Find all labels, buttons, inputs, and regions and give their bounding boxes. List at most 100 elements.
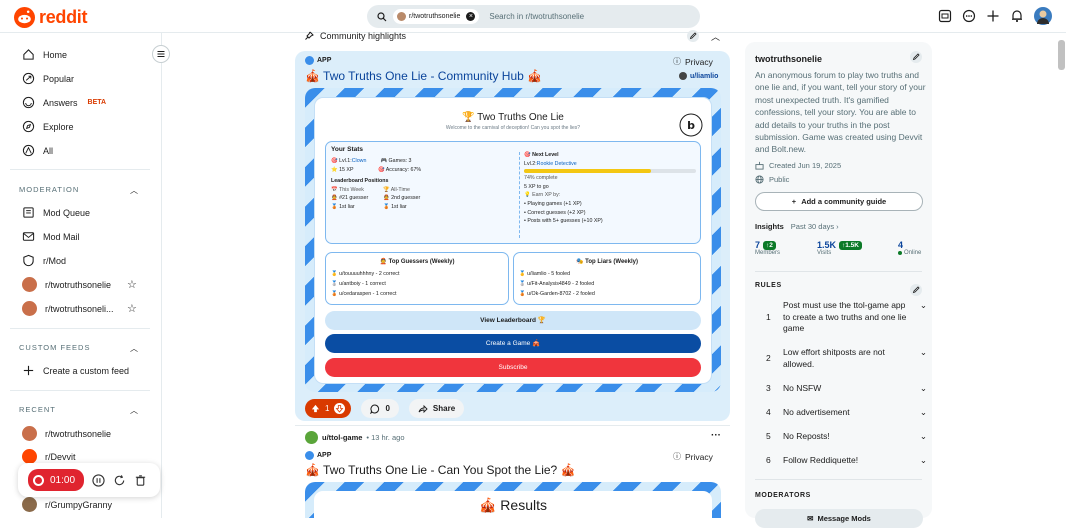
sidebar-item-all[interactable]: All	[22, 144, 53, 157]
sidebar-item-twotruthsonelie[interactable]: r/twotruthsonelie ☆	[22, 277, 137, 292]
online-value: 4	[898, 240, 904, 250]
create-custom-feed[interactable]: Create a custom feed	[22, 364, 129, 377]
recent-item-devvit[interactable]: r/Devvit	[22, 449, 76, 464]
recent-section-header[interactable]: RECENT ︿	[19, 405, 139, 416]
star-icon[interactable]: ☆	[127, 278, 137, 291]
create-icon[interactable]	[986, 9, 1000, 23]
chat-icon[interactable]	[962, 9, 976, 23]
comments-button[interactable]: 0	[361, 399, 399, 418]
rule-item-5[interactable]: 5 No Reposts! ⌄	[755, 431, 927, 443]
restart-icon[interactable]	[113, 474, 126, 487]
chevron-down-icon: ⌄	[919, 383, 927, 393]
rule-item-1[interactable]: 1 Post must use the ttol-game app to crea…	[755, 300, 927, 335]
clear-scope-icon[interactable]: ×	[466, 12, 476, 21]
community-avatar	[22, 497, 37, 512]
sidebar-item-answers[interactable]: Answers BETA	[22, 96, 106, 109]
recent-item-grumpygranny[interactable]: r/GrumpyGranny	[22, 497, 112, 512]
sidebar-item-label: r/Devvit	[45, 451, 76, 462]
recording-timer[interactable]: 01:00	[28, 469, 85, 491]
edit-icon[interactable]	[910, 284, 922, 296]
community-highlights-header: Community highlights	[304, 31, 406, 41]
create-game-button[interactable]: Create a Game 🎪	[325, 334, 701, 353]
sidebar-item-explore[interactable]: Explore	[22, 120, 74, 133]
chevron-down-icon: ⌄	[919, 431, 927, 441]
divider	[10, 169, 150, 170]
level-value[interactable]: Clown	[352, 158, 367, 164]
rule-number: 3	[766, 383, 771, 393]
members-delta: ↑2	[763, 240, 776, 250]
xp-progress-fill	[524, 169, 652, 174]
rule-item-4[interactable]: 4 No advertisement ⌄	[755, 407, 927, 419]
community-avatar	[22, 277, 37, 292]
rule-item-6[interactable]: 6 Follow Reddiquette! ⌄	[755, 455, 927, 467]
sidebar-item-mod-queue[interactable]: Mod Queue	[22, 206, 90, 219]
collapse-highlights-icon[interactable]: ︿	[711, 30, 720, 43]
chevron-right-icon: ›	[836, 222, 839, 231]
app-label: APP	[317, 57, 332, 64]
app-tag: APP	[305, 56, 331, 65]
visibility-label: Public	[769, 175, 790, 184]
menu-icon	[157, 51, 165, 57]
post-author[interactable]: u/liamlio	[679, 72, 718, 80]
downvote-icon[interactable]	[334, 403, 346, 414]
sidebar-item-popular[interactable]: Popular	[22, 72, 74, 85]
online-dot	[898, 251, 902, 255]
rule-item-3[interactable]: 3 No NSFW ⌄	[755, 383, 927, 395]
moderation-section-header[interactable]: MODERATION ︿	[19, 185, 139, 196]
sidebar-item-mod-mail[interactable]: Mod Mail	[22, 230, 80, 243]
your-stats-box: Your Stats 🎯 Lvl.1:Clown 🎮 Games: 3 ⭐ 15 …	[325, 141, 701, 244]
list-item: 🥇 u/liamlio - 5 fooled	[519, 271, 571, 277]
collapse-sidebar-button[interactable]	[152, 45, 170, 63]
pause-icon[interactable]	[92, 473, 105, 487]
sidebar-item-home[interactable]: Home	[22, 48, 67, 61]
advertise-icon[interactable]	[938, 9, 952, 23]
post2-author[interactable]: u/ttol-game	[322, 433, 362, 442]
members-label: Members	[755, 250, 781, 256]
search-bar[interactable]: r/twotruthsonelie × Search in r/twotruth…	[367, 5, 700, 28]
notifications-icon[interactable]	[1010, 9, 1024, 23]
sidebar-item-r-mod[interactable]: r/Mod	[22, 254, 66, 267]
rule-number: 4	[766, 407, 771, 417]
avatar[interactable]	[1034, 7, 1052, 25]
subscribe-button[interactable]: Subscribe	[325, 358, 701, 377]
recent-item-twotruthsonelie[interactable]: r/twotruthsonelie	[22, 426, 111, 441]
sidebar-item-label: Mod Queue	[43, 207, 91, 218]
vote-control[interactable]: 1	[305, 399, 352, 418]
post2-time: • 13 hr. ago	[366, 433, 405, 442]
stats-left: 🎯 Lvl.1:Clown 🎮 Games: 3 ⭐ 15 XP 🎯 Accurac…	[331, 157, 521, 212]
view-leaderboard-button[interactable]: View Leaderboard 🏆	[325, 311, 701, 330]
custom-feeds-section-header[interactable]: CUSTOM FEEDS ︿	[19, 343, 139, 354]
edit-icon[interactable]	[910, 51, 922, 63]
sidebar-item-label: Create a custom feed	[43, 365, 130, 376]
post2-title[interactable]: 🎪 Two Truths One Lie - Can You Spot the …	[305, 463, 576, 477]
more-options-icon[interactable]: ···	[711, 430, 721, 441]
reddit-logo[interactable]: reddit	[14, 7, 88, 28]
user-avatar[interactable]	[305, 431, 318, 444]
upvote-icon[interactable]	[311, 404, 320, 413]
highlight-post-card[interactable]: APP ⓘ Privacy 🎪 Two Truths One Lie - Comm…	[295, 51, 730, 421]
bolt-logo[interactable]: b	[679, 113, 703, 137]
add-community-guide-button[interactable]: + Add a community guide	[755, 192, 923, 211]
list-item: 🥈 u/antboiy - 1 correct	[331, 280, 386, 287]
search-input[interactable]: Search in r/twotruthsonelie	[489, 12, 584, 21]
scrollbar-thumb[interactable]	[1058, 40, 1065, 70]
visits-stat: 1.5K ↑1.5K Visits	[817, 240, 862, 256]
share-button[interactable]: Share	[408, 399, 465, 418]
post-title[interactable]: 🎪 Two Truths One Lie - Community Hub 🎪	[305, 69, 542, 83]
edit-icon[interactable]	[687, 30, 699, 42]
trash-icon[interactable]	[134, 474, 147, 487]
star-icon[interactable]: ☆	[127, 302, 137, 315]
rule-item-2[interactable]: 2 Low effort shitposts are not allowed. ⌄	[755, 347, 927, 370]
message-mods-button[interactable]: ✉ Message Mods	[755, 509, 923, 528]
privacy-link[interactable]: ⓘ Privacy	[673, 451, 713, 462]
rule-text: Follow Reddiquette!	[783, 455, 859, 465]
all-time-label: 🏆 All-Time	[383, 186, 410, 193]
sidebar-item-label: Mod Mail	[43, 231, 80, 242]
sidebar-item-twotruthsonelie-2[interactable]: r/twotruthsoneli... ☆	[22, 301, 137, 316]
screen-recorder-widget: 01:00	[18, 463, 160, 497]
insights-header[interactable]: Insights Past 30 days ›	[755, 222, 839, 231]
app-icon	[305, 451, 314, 460]
this-week-label: 📅 This Week	[331, 186, 364, 193]
search-scope-chip[interactable]: r/twotruthsonelie ×	[393, 9, 480, 24]
privacy-link[interactable]: ⓘ Privacy	[673, 56, 713, 67]
